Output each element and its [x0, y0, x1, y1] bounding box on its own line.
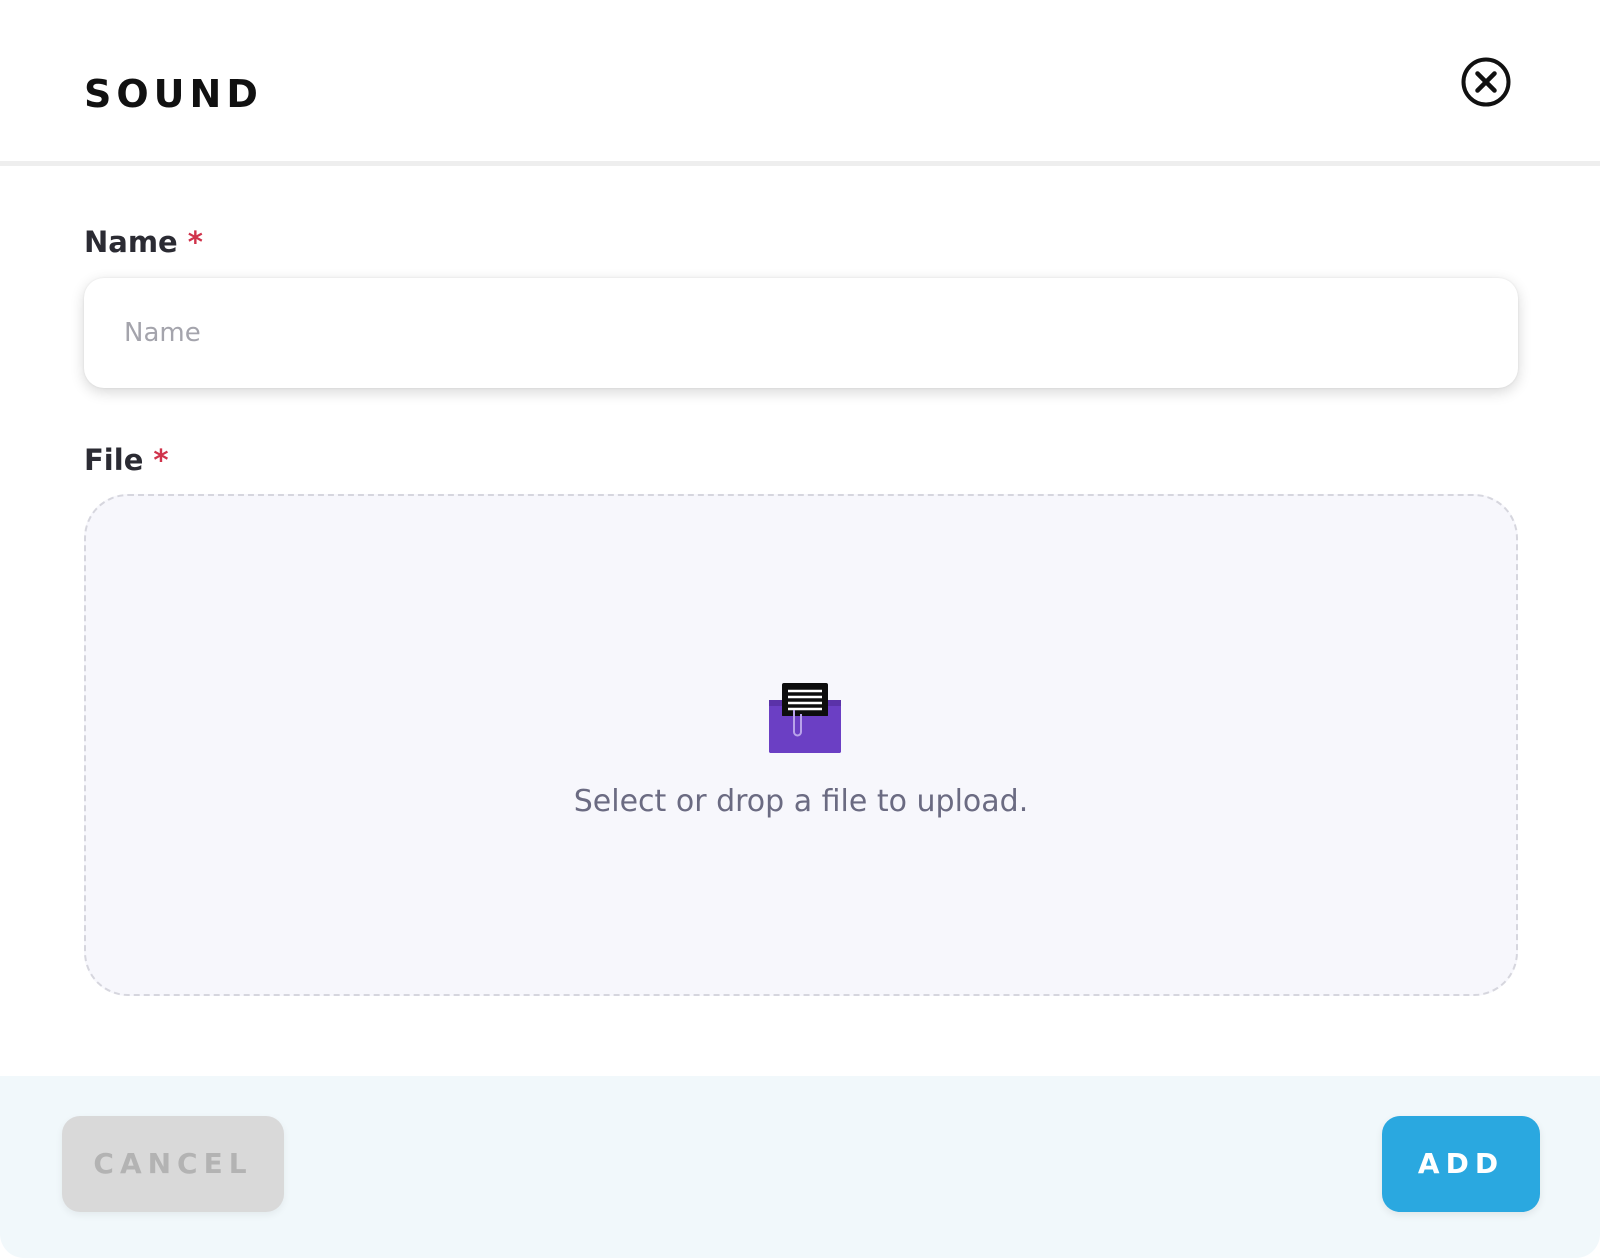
- add-button[interactable]: ADD: [1382, 1116, 1540, 1212]
- file-label-text: File: [84, 443, 144, 477]
- dialog-title: SOUND: [84, 72, 263, 116]
- cancel-button[interactable]: CANCEL: [62, 1116, 284, 1212]
- dialog-footer: CANCEL ADD: [0, 1076, 1600, 1258]
- file-dropzone[interactable]: Select or drop a file to upload.: [84, 494, 1518, 996]
- close-circle-icon: [1460, 56, 1512, 108]
- dropzone-text: Select or drop a file to upload.: [573, 784, 1029, 819]
- inbox-tray-icon: [768, 682, 842, 754]
- name-label-text: Name: [84, 225, 178, 259]
- required-marker: *: [187, 225, 203, 259]
- required-marker: *: [153, 443, 169, 477]
- close-button[interactable]: [1460, 56, 1512, 108]
- dialog-header: SOUND: [0, 0, 1600, 166]
- name-input[interactable]: [84, 278, 1518, 388]
- sound-dialog: SOUND Name * File *: [0, 0, 1600, 1258]
- file-label: File *: [84, 442, 169, 478]
- name-label: Name *: [84, 224, 203, 260]
